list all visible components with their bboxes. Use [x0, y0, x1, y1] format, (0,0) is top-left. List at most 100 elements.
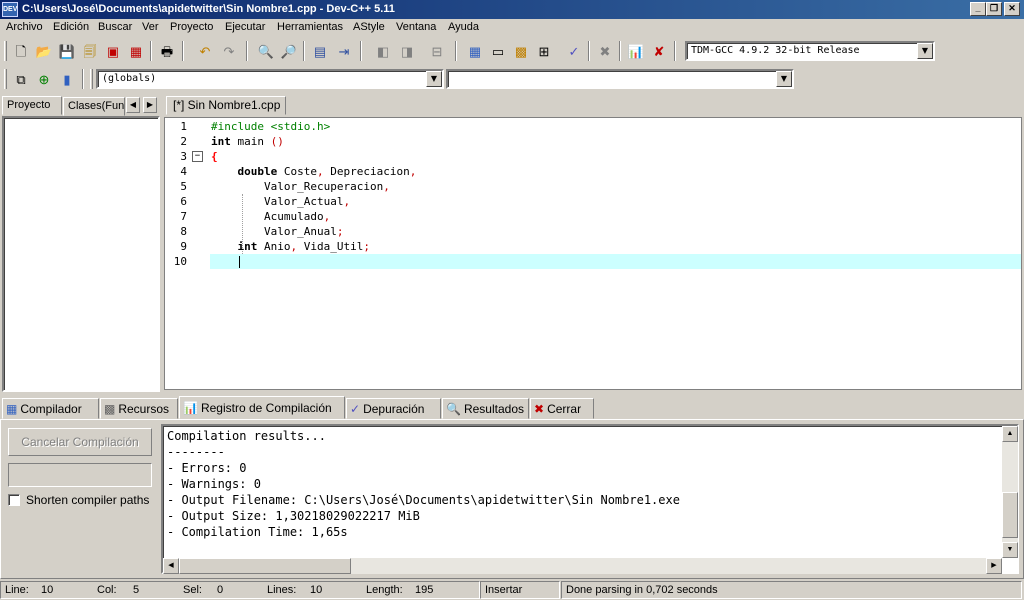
- tab-label: Depuración: [363, 401, 425, 416]
- line-number: 3: [180, 150, 187, 163]
- scope-select[interactable]: (globals) ▼: [96, 69, 444, 89]
- goto-line-button[interactable]: ⇥: [333, 40, 355, 62]
- close-window-button[interactable]: ✕: [1004, 2, 1020, 16]
- save-button[interactable]: 💾: [56, 40, 78, 62]
- find-button[interactable]: 🔍: [255, 40, 277, 62]
- shorten-paths-checkbox[interactable]: [8, 494, 20, 506]
- redo-button[interactable]: ↷: [218, 40, 240, 62]
- comment-button[interactable]: ⊟: [426, 40, 448, 62]
- menu-herramientas[interactable]: Herramientas: [277, 21, 343, 35]
- tab-scroll-left-button[interactable]: ◀: [126, 97, 140, 113]
- scroll-down-button[interactable]: ▼: [1002, 542, 1018, 558]
- replace-button[interactable]: 🔎: [278, 40, 300, 62]
- text-caret: [239, 256, 240, 268]
- code-token: double: [237, 165, 278, 178]
- symbol-select[interactable]: ▼: [446, 69, 794, 89]
- log-vertical-scrollbar[interactable]: ▲ ▼: [1002, 426, 1018, 558]
- compiler-select[interactable]: TDM-GCC 4.9.2 32-bit Release ▼: [685, 41, 935, 61]
- profile-button[interactable]: 📊: [625, 40, 647, 62]
- log-horizontal-scrollbar[interactable]: ◀ ▶: [163, 558, 1002, 574]
- code-token: ,: [409, 165, 417, 178]
- tab-registro[interactable]: 📊 Registro de Compilación: [179, 396, 345, 419]
- chevron-down-icon[interactable]: ▼: [917, 43, 933, 59]
- chevron-down-icon[interactable]: ▼: [776, 71, 792, 87]
- chevron-down-icon[interactable]: ▼: [426, 71, 442, 87]
- chevron-left-icon: ◀: [168, 562, 174, 569]
- save-all-button[interactable]: 🗐: [79, 40, 101, 62]
- tab-cerrar[interactable]: ✖ Cerrar: [530, 398, 594, 419]
- log-line: - Warnings: 0: [167, 477, 261, 491]
- menu-astyle[interactable]: AStyle: [353, 21, 385, 35]
- tab-proyecto[interactable]: Proyecto: [2, 96, 62, 115]
- compiler-select-value: TDM-GCC 4.9.2 32-bit Release: [691, 45, 860, 56]
- line-number: 8: [180, 225, 187, 238]
- syntax-check-button[interactable]: ✓: [563, 40, 585, 62]
- tab-sin-nombre1[interactable]: [*] Sin Nombre1.cpp: [166, 96, 286, 115]
- tab-recursos[interactable]: ▩ Recursos: [100, 398, 178, 419]
- menu-proyecto[interactable]: Proyecto: [170, 21, 213, 35]
- compile-run-button[interactable]: ▩: [510, 40, 532, 62]
- print-button[interactable]: 🖶: [156, 40, 178, 62]
- close-all-button[interactable]: ▦: [125, 40, 147, 62]
- close-file-button[interactable]: ▣: [102, 40, 124, 62]
- tab-compilador[interactable]: ▦ Compilador: [2, 398, 99, 419]
- line-number: 4: [180, 165, 187, 178]
- compile-log[interactable]: Compilation results... -------- - Errors: …: [161, 424, 1019, 574]
- menu-ver[interactable]: Ver: [142, 21, 159, 35]
- toolbar-separator: [619, 41, 621, 61]
- tab-scroll-right-button[interactable]: ▶: [143, 97, 157, 113]
- scroll-left-button[interactable]: ◀: [163, 558, 179, 574]
- compile-button[interactable]: ▦: [464, 40, 486, 62]
- menu-buscar[interactable]: Buscar: [98, 21, 132, 35]
- project-tree[interactable]: [2, 116, 160, 392]
- toolbar-grip: [4, 69, 7, 89]
- run-button[interactable]: ▭: [487, 40, 509, 62]
- grid-icon: ▦: [6, 401, 18, 416]
- project-options-button[interactable]: ▮: [56, 68, 78, 90]
- chevron-right-icon: ▶: [991, 562, 997, 569]
- save-all-icon: 🗐: [83, 43, 97, 59]
- menu-ejecutar[interactable]: Ejecutar: [225, 21, 265, 35]
- scroll-thumb[interactable]: [1002, 492, 1018, 538]
- add-file-button[interactable]: ⊕: [33, 68, 55, 90]
- compile-icon: ▦: [468, 43, 482, 59]
- new-file-button[interactable]: 🗋: [10, 40, 32, 62]
- chart-icon: 📊: [627, 43, 645, 59]
- delete-profile-button[interactable]: ✘: [648, 40, 670, 62]
- tab-clases[interactable]: Clases(Fun: [63, 97, 125, 116]
- code-token: ;: [336, 225, 344, 238]
- stop-button[interactable]: ✖: [594, 40, 616, 62]
- minimize-button[interactable]: _: [970, 2, 986, 16]
- status-col-label: Col:: [97, 584, 117, 596]
- cancel-compilation-button[interactable]: Cancelar Compilación: [8, 428, 152, 456]
- unindent-button[interactable]: ◨: [396, 40, 418, 62]
- toolbar-separator: [82, 69, 84, 89]
- code-line: #include <stdio.h>: [211, 119, 330, 134]
- menu-ayuda[interactable]: Ayuda: [448, 21, 479, 35]
- open-file-button[interactable]: 📂: [33, 40, 55, 62]
- scroll-right-button[interactable]: ▶: [986, 558, 1002, 574]
- scroll-thumb[interactable]: [179, 558, 351, 574]
- class-toolbar: ⧉ ⊕ ▮ (globals) ▼ ▼: [0, 66, 1024, 92]
- line-number: 7: [180, 210, 187, 223]
- undo-button[interactable]: ↶: [194, 40, 216, 62]
- scroll-up-button[interactable]: ▲: [1002, 426, 1018, 442]
- tab-resultados[interactable]: 🔍 Resultados: [442, 398, 529, 419]
- insert-button[interactable]: ⧉: [10, 68, 32, 90]
- tab-depuracion[interactable]: ✓ Depuración: [346, 398, 441, 419]
- rebuild-button[interactable]: ⊞: [533, 40, 555, 62]
- menu-ventana[interactable]: Ventana: [396, 21, 436, 35]
- line-number: 10: [173, 255, 187, 268]
- toolbar-separator: [360, 41, 362, 61]
- bookmark-button[interactable]: ▤: [309, 40, 331, 62]
- fold-toggle-icon[interactable]: −: [192, 151, 203, 162]
- menu-archivo[interactable]: Archivo: [6, 21, 43, 35]
- shorten-paths-label: Shorten compiler paths: [26, 493, 150, 507]
- log-line: - Errors: 0: [167, 461, 247, 475]
- maximize-button[interactable]: ❐: [986, 2, 1002, 16]
- run-icon: ▭: [491, 43, 505, 59]
- chart-icon: 📊: [183, 400, 198, 415]
- menu-edicion[interactable]: Edición: [53, 21, 89, 35]
- code-editor[interactable]: 1 2 3 4 5 6 7 8 9 10 − #include <stdio.h> int main …: [164, 117, 1022, 390]
- indent-button[interactable]: ◧: [372, 40, 394, 62]
